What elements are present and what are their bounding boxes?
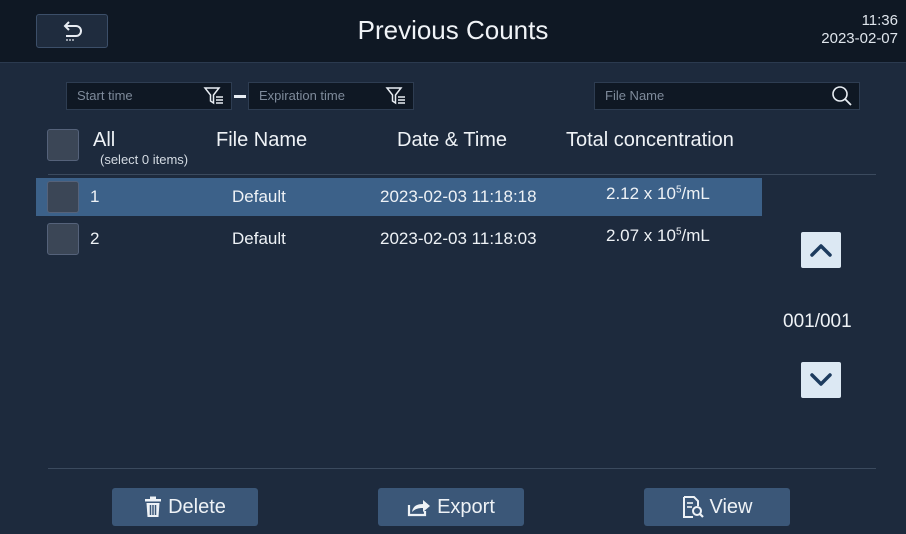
row-file-name: Default <box>232 187 286 206</box>
export-button[interactable]: Export <box>378 488 524 526</box>
page-indicator: 001/001 <box>783 311 852 332</box>
view-button[interactable]: View <box>644 488 790 526</box>
export-icon <box>407 500 431 517</box>
row-datetime: 2023-02-03 11:18:18 <box>380 187 537 206</box>
row-file-name: Default <box>232 229 286 248</box>
concentration-unit: /mL <box>681 226 710 245</box>
table-row[interactable]: 2 Default 2023-02-03 11:18:03 2.07 x 105… <box>36 220 762 258</box>
document-search-icon <box>682 496 704 518</box>
column-header-file-name[interactable]: File Name <box>216 129 307 152</box>
clock-date: 2023-02-07 <box>821 30 898 47</box>
clock: 11:36 2023-02-07 <box>821 12 898 48</box>
delete-button[interactable]: Delete <box>112 488 258 526</box>
start-time-placeholder: Start time <box>77 88 133 103</box>
filter-icon <box>385 87 405 105</box>
trash-icon <box>145 496 162 517</box>
select-all-label: All <box>93 129 116 151</box>
chevron-up-icon <box>810 244 832 257</box>
concentration-unit: /mL <box>681 184 710 203</box>
table-row[interactable]: 1 Default 2023-02-03 11:18:18 2.12 x 105… <box>36 178 762 216</box>
column-header-total-concentration[interactable]: Total concentration <box>566 129 734 152</box>
expiration-time-field[interactable]: Expiration time <box>248 82 414 110</box>
filter-icon <box>203 87 223 105</box>
row-concentration: 2.07 x 105/mL <box>606 226 710 246</box>
range-separator <box>234 95 246 98</box>
search-icon[interactable] <box>831 85 853 107</box>
row-checkbox[interactable] <box>47 181 79 213</box>
chevron-down-icon <box>810 373 832 386</box>
row-concentration: 2.12 x 105/mL <box>606 184 710 204</box>
row-index: 2 <box>90 229 100 248</box>
app-window: Previous Counts 11:36 2023-02-07 Start t… <box>0 0 906 534</box>
footer-divider <box>48 468 876 469</box>
file-name-placeholder: File Name <box>605 88 665 103</box>
header-divider <box>48 174 876 175</box>
row-index: 1 <box>90 187 100 206</box>
page-down-button[interactable] <box>801 362 841 398</box>
concentration-value: 2.07 x 10 <box>606 226 676 245</box>
start-time-field[interactable]: Start time <box>66 82 232 110</box>
delete-label: Delete <box>168 495 226 518</box>
select-count-text: (select 0 items) <box>100 152 189 167</box>
expiration-time-placeholder: Expiration time <box>259 88 345 103</box>
select-all-checkbox[interactable] <box>47 129 79 161</box>
column-header-date-time[interactable]: Date & Time <box>397 129 507 152</box>
file-name-search[interactable]: File Name <box>594 82 860 110</box>
title-bar: Previous Counts 11:36 2023-02-07 <box>0 0 906 63</box>
page-title: Previous Counts <box>357 15 549 45</box>
row-checkbox[interactable] <box>47 223 79 255</box>
export-label: Export <box>437 495 495 518</box>
view-label: View <box>709 495 753 518</box>
concentration-value: 2.12 x 10 <box>606 184 676 203</box>
page-up-button[interactable] <box>801 232 841 268</box>
clock-time: 11:36 <box>861 12 898 29</box>
row-datetime: 2023-02-03 11:18:03 <box>380 229 537 248</box>
